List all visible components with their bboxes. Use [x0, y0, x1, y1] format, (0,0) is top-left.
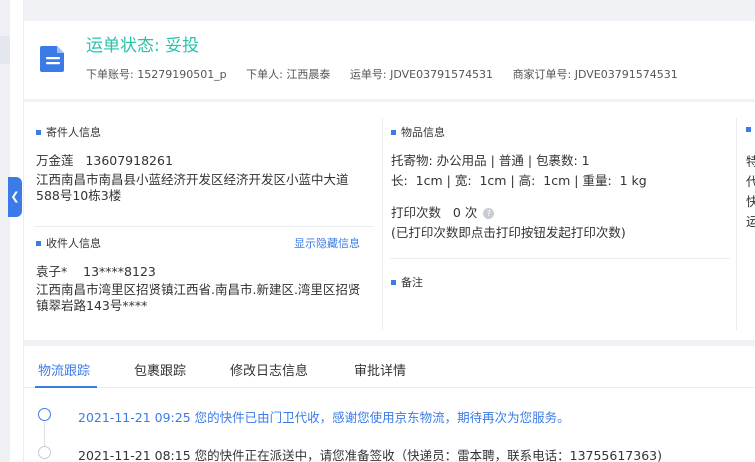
active-tab-indicator	[35, 386, 97, 388]
document-icon	[40, 46, 64, 72]
left-panel-edge	[10, 0, 24, 462]
tab-package-tracking[interactable]: 包裹跟踪	[134, 360, 186, 379]
tab-bar: 物流跟踪 包裹跟踪 修改日志信息 审批详情	[24, 346, 755, 388]
collapse-toggle-button[interactable]: ❮	[8, 177, 22, 217]
receiver-address: 江西南昌市湾里区招贤镇江西省.南昌市.新建区.湾里区招贤镇翠岩路143号****	[36, 282, 361, 313]
waybill-number: 运单号: JDVE03791574531	[349, 68, 494, 81]
clipped-text: 代	[746, 174, 755, 189]
clipped-text: 特	[746, 154, 755, 169]
chevron-left-icon: ❮	[10, 190, 20, 203]
print-count: 打印次数 0 次?	[391, 205, 495, 221]
merchant-order-number: 商家订单号: JDVE03791574531	[512, 68, 678, 81]
order-account: 下单账号: 15279190501_p	[86, 68, 227, 81]
goods-section-title: 物品信息	[391, 124, 445, 140]
waybill-meta: 下单账号: 15279190501_p 下单人: 江西晨泰 运单号: JDVE0…	[86, 66, 694, 82]
section-marker-icon	[391, 129, 396, 135]
timeline-entry: 2021-11-21 08:15 您的快件正在派送中，请您准备签收（快递员：雷本…	[78, 448, 662, 462]
timeline-dot-icon	[38, 446, 51, 459]
left-nav-strip	[0, 0, 10, 462]
print-count-note: (已打印次数即点击打印按钮发起打印次数)	[391, 225, 626, 240]
sender-name-phone: 万金莲 13607918261	[36, 153, 173, 168]
goods-dimensions: 长: 1cm | 宽: 1cm | 高: 1cm | 重量: 1 kg	[391, 173, 647, 188]
row-divider	[390, 258, 730, 259]
waybill-status: 运单状态: 妥投	[86, 36, 200, 56]
section-marker-icon	[36, 129, 41, 135]
column-divider	[382, 118, 383, 330]
left-nav-marker	[0, 36, 10, 64]
timeline-dot-icon	[38, 408, 51, 421]
sender-section-title: 寄件人信息	[36, 124, 101, 140]
waybill-info-panel: 寄件人信息 万金莲 13607918261 江西南昌市南昌县小蓝经济开发区经济开…	[24, 102, 755, 340]
section-marker-icon	[746, 127, 751, 132]
section-marker-icon	[36, 240, 41, 246]
clipped-text: 运	[746, 214, 755, 229]
tracking-panel: 物流跟踪 包裹跟踪 修改日志信息 审批详情 2021-11-21 09:25 您…	[24, 346, 755, 462]
tab-approval-details[interactable]: 审批详情	[354, 360, 406, 379]
waybill-header: 运单状态: 妥投 下单账号: 15279190501_p 下单人: 江西晨泰 运…	[24, 21, 755, 99]
row-divider	[34, 226, 374, 227]
clipped-text: 快	[746, 194, 755, 209]
help-icon[interactable]: ?	[483, 208, 495, 219]
column-divider	[736, 118, 737, 330]
receiver-name-phone: 袁子* 13****8123	[36, 264, 156, 279]
remark-section-title: 备注	[391, 274, 423, 290]
timeline-entry: 2021-11-21 09:25 您的快件已由门卫代收，感谢您使用京东物流，期待…	[78, 410, 570, 425]
tab-change-log[interactable]: 修改日志信息	[230, 360, 308, 379]
goods-details: 托寄物: 办公用品 | 普通 | 包裹数: 1	[391, 153, 590, 168]
sender-address: 江西南昌市南昌县小蓝经济开发区经济开发区小蓝中大道588号10栋3楼	[36, 172, 349, 203]
section-marker-icon	[391, 279, 396, 285]
show-hidden-info-link[interactable]: 显示隐藏信息	[294, 235, 360, 251]
receiver-section-title: 收件人信息	[36, 235, 101, 251]
tab-logistics-tracking[interactable]: 物流跟踪	[38, 360, 90, 379]
orderer: 下单人: 江西晨泰	[246, 68, 331, 81]
